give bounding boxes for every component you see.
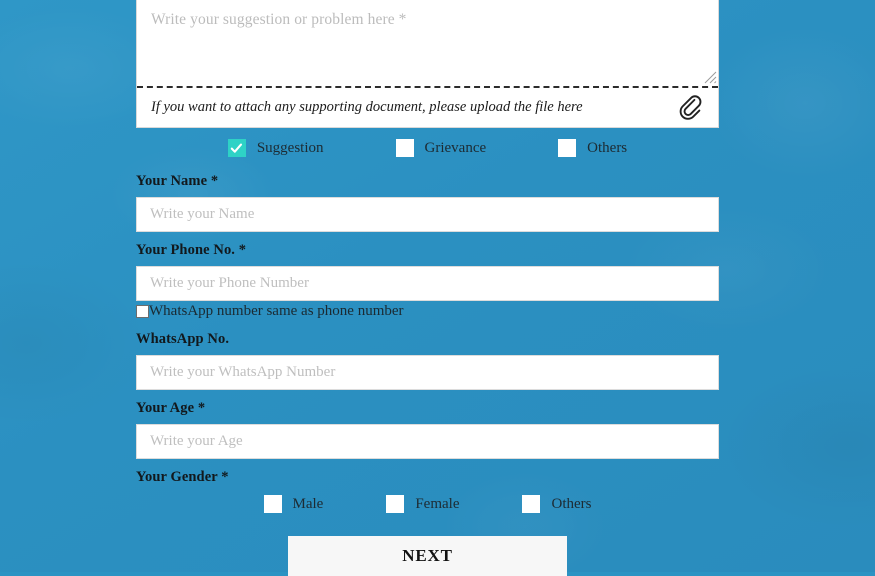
topic-checkbox-suggestion[interactable]: [227, 139, 246, 157]
suggestion-textarea-placeholder: Write your suggestion or problem here *: [151, 11, 407, 28]
phone-input[interactable]: [136, 266, 719, 301]
gender-option-male[interactable]: Male: [263, 495, 324, 513]
field-whatsapp: WhatsApp No.: [136, 331, 719, 390]
gender-option-female[interactable]: Female: [386, 495, 459, 513]
gender-label-female: Female: [415, 495, 460, 512]
age-input[interactable]: [136, 424, 719, 459]
suggestion-card: Write your suggestion or problem here * …: [136, 0, 719, 128]
textarea-resize-grip[interactable]: [703, 70, 717, 84]
suggestion-textarea[interactable]: Write your suggestion or problem here *: [137, 0, 718, 86]
gender-options-row: Male Female Others: [136, 495, 719, 513]
field-age: Your Age *: [136, 400, 719, 459]
suggestion-card-wrapper: Write your suggestion or problem here * …: [136, 0, 719, 128]
gender-checkbox-others[interactable]: [522, 495, 541, 513]
topic-checkbox-others[interactable]: [558, 139, 577, 157]
name-input[interactable]: [136, 197, 719, 232]
attach-row: If you want to attach any supporting doc…: [137, 88, 718, 128]
label-whatsapp: WhatsApp No.: [136, 331, 230, 347]
topic-option-suggestion[interactable]: Suggestion: [227, 139, 324, 157]
attach-hint-text: If you want to attach any supporting doc…: [151, 99, 583, 115]
gender-label-others: Others: [551, 495, 592, 512]
topic-label-others: Others: [587, 139, 628, 156]
feedback-form-page: Write your suggestion or problem here * …: [0, 0, 875, 576]
gender-label-male: Male: [292, 495, 324, 512]
attach-file-button[interactable]: [676, 93, 706, 123]
field-gender: Your Gender *: [136, 469, 719, 493]
check-icon: [228, 139, 246, 157]
label-age: Your Age *: [136, 400, 206, 416]
topic-checkbox-grievance[interactable]: [395, 139, 414, 157]
whatsapp-input[interactable]: [136, 355, 719, 390]
paperclip-icon: [679, 94, 702, 120]
topic-option-grievance[interactable]: Grievance: [395, 139, 487, 157]
next-button[interactable]: NEXT: [288, 536, 567, 576]
label-phone: Your Phone No. *: [136, 242, 247, 258]
topic-options-row: Suggestion Grievance Others: [136, 139, 719, 157]
whatsapp-same-row[interactable]: WhatsApp number same as phone number: [136, 303, 404, 320]
gender-checkbox-female[interactable]: [386, 495, 405, 513]
label-name: Your Name *: [136, 173, 219, 189]
topic-label-grievance: Grievance: [424, 139, 487, 156]
whatsapp-same-label: WhatsApp number same as phone number: [149, 303, 404, 319]
topic-option-others[interactable]: Others: [558, 139, 627, 157]
field-phone: Your Phone No. *: [136, 242, 719, 301]
whatsapp-same-checkbox[interactable]: [136, 305, 149, 318]
topic-label-suggestion: Suggestion: [256, 139, 324, 156]
label-gender: Your Gender *: [136, 469, 229, 485]
gender-option-others[interactable]: Others: [522, 495, 591, 513]
gender-checkbox-male[interactable]: [263, 495, 282, 513]
field-name: Your Name *: [136, 173, 719, 232]
